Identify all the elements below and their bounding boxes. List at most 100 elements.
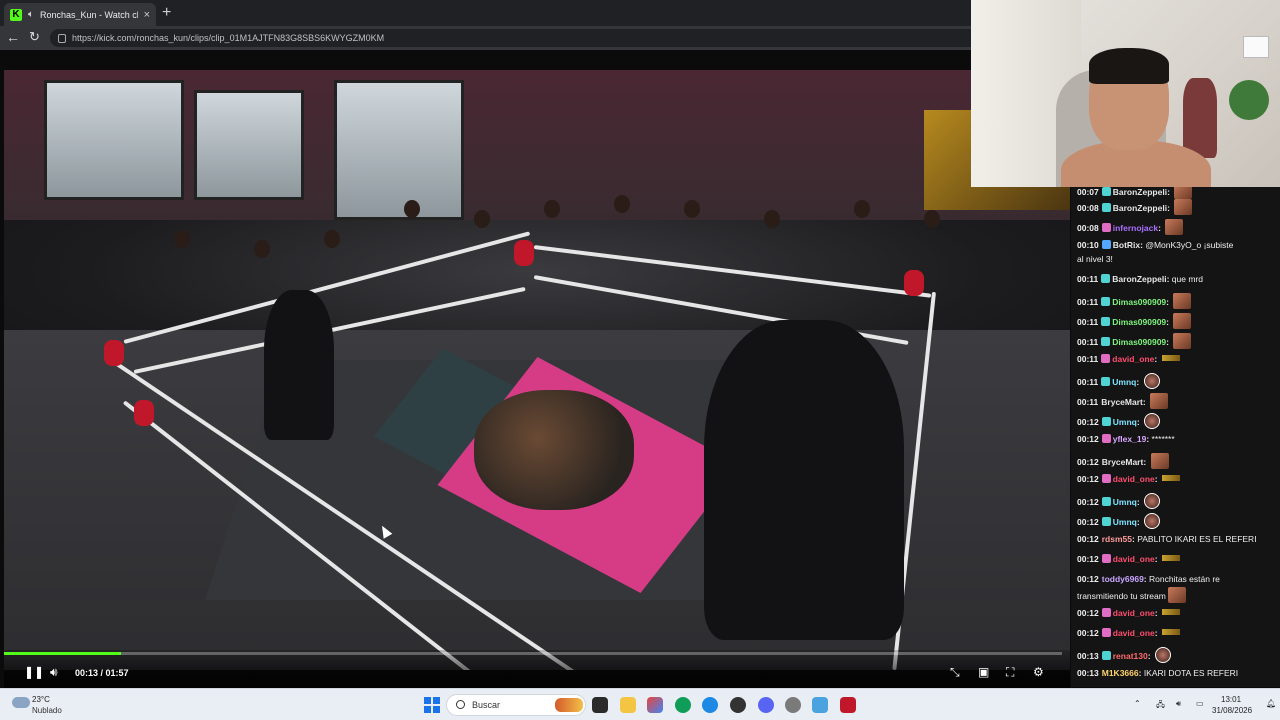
chat-message: 00:11 Dimas090909: <box>1077 333 1277 349</box>
chat-username[interactable]: M1K3666 <box>1102 668 1139 678</box>
chat-message: 00:12 yflex_19: ******* <box>1077 433 1277 445</box>
progress-bar[interactable] <box>4 652 1062 655</box>
chat-text: Ronchitas están re <box>1149 574 1220 584</box>
chat-username[interactable]: yflex_19 <box>1113 434 1147 444</box>
fullscreen-icon[interactable]: ⛶ <box>1006 665 1014 680</box>
task-view-icon[interactable] <box>592 697 608 713</box>
settings-icon[interactable]: ⚙ <box>1033 665 1044 679</box>
chat-timestamp: 00:12 <box>1077 434 1099 444</box>
speaker-icon[interactable]: 🔈︎ <box>28 9 34 20</box>
chat-username[interactable]: Umnq <box>1113 417 1137 427</box>
chat-emote-icon <box>1162 555 1180 561</box>
chat-username[interactable]: david_one <box>1113 554 1155 564</box>
cloud-icon[interactable] <box>12 697 30 708</box>
chat-text: @MonK3yO_o ¡subiste <box>1145 240 1234 250</box>
taskbar-search[interactable]: Buscar <box>446 694 586 716</box>
chat-username[interactable]: Umnq <box>1113 517 1137 527</box>
chat-timestamp: 00:08 <box>1077 203 1099 213</box>
ring-side-person <box>264 290 334 440</box>
chat-username[interactable]: BryceMart <box>1102 457 1144 467</box>
network-icon[interactable]: 🖧︎ <box>1156 699 1165 713</box>
chat-username[interactable]: david_one <box>1113 628 1155 638</box>
copilot-icon[interactable] <box>647 697 663 713</box>
back-arrow-icon[interactable]: ← <box>6 29 20 45</box>
spectator <box>174 230 190 248</box>
clock-time[interactable]: 13:01 <box>1221 695 1241 704</box>
dota-icon[interactable] <box>840 697 856 713</box>
chat-username[interactable]: rdsm55 <box>1102 534 1132 544</box>
site-info-icon[interactable] <box>58 33 66 43</box>
chat-badge-icon <box>1101 223 1111 232</box>
chat-username[interactable]: Umnq <box>1113 497 1137 507</box>
progress-fill <box>4 652 122 655</box>
chat-username[interactable]: Dimas090909 <box>1112 337 1166 347</box>
clock-date[interactable]: 31/08/2026 <box>1212 706 1252 715</box>
search-highlight-icon <box>555 698 583 712</box>
chat-username[interactable]: toddy6969 <box>1102 574 1144 584</box>
windows-start-icon[interactable] <box>424 697 440 713</box>
pip-icon[interactable]: ▣ <box>978 665 989 679</box>
address-bar[interactable]: https://kick.com/ronchas_kun/clips/clip_… <box>50 29 990 47</box>
file-explorer-icon[interactable] <box>620 697 636 713</box>
volume-tray-icon[interactable]: 🔊︎ <box>1176 699 1181 709</box>
spectator <box>544 200 560 218</box>
venue-window <box>44 80 184 200</box>
notepad-icon[interactable] <box>812 697 828 713</box>
chat-message: 00:12 Umnq: <box>1077 413 1277 429</box>
chat-badge-icon <box>1101 517 1111 526</box>
chat-separator: : <box>1142 397 1149 407</box>
referee <box>704 320 904 640</box>
chat-message: 00:11 BryceMart: <box>1077 393 1277 409</box>
video-player[interactable] <box>4 70 1070 670</box>
edge-browser-icon[interactable] <box>702 697 718 713</box>
browser-tab[interactable]: K 🔈︎ Ronchas_Kun - Watch clips on × <box>4 3 156 26</box>
chrome-icon[interactable] <box>730 697 746 713</box>
notification-icon[interactable]: 🔔︎ <box>1266 699 1276 708</box>
reload-icon[interactable]: ↻ <box>29 29 40 45</box>
discord-icon[interactable] <box>758 697 774 713</box>
chat-username[interactable]: BaronZeppeli <box>1113 187 1167 197</box>
tray-chevron-icon[interactable]: ⌃ <box>1134 699 1141 708</box>
chat-username[interactable]: BaronZeppeli <box>1113 203 1167 213</box>
theater-mode-icon[interactable]: ⤡ <box>950 665 960 680</box>
chat-emote-icon <box>1174 199 1193 215</box>
chat-message: 00:12 rdsm55: PABLITO IKARI ES EL REFERI <box>1077 533 1277 545</box>
chat-username[interactable]: BaronZeppeli <box>1112 274 1166 284</box>
chat-timestamp: 00:08 <box>1077 223 1099 233</box>
chat-username[interactable]: Umnq <box>1112 377 1136 387</box>
chat-timestamp: 00:11 <box>1077 397 1099 407</box>
chat-text: transmitiendo tu stream <box>1077 591 1166 601</box>
chat-separator: : <box>1154 608 1160 618</box>
pause-icon[interactable]: ❚❚ <box>24 665 44 679</box>
chat-badge-icon <box>1101 608 1111 617</box>
settings-app-icon[interactable] <box>785 697 801 713</box>
new-tab-button[interactable]: + <box>162 4 171 22</box>
chat-text: al nivel 3! <box>1077 254 1113 264</box>
chat-message: 00:11 david_one: <box>1077 353 1277 365</box>
background-person <box>1183 78 1217 158</box>
chat-separator: : <box>1154 628 1160 638</box>
chat-username[interactable]: Dimas090909 <box>1112 297 1166 307</box>
xbox-icon[interactable] <box>675 697 691 713</box>
tab-close-button[interactable]: × <box>144 9 150 21</box>
chat-username[interactable]: renat130 <box>1113 651 1148 661</box>
chat-username[interactable]: BryceMart <box>1101 397 1143 407</box>
battery-icon[interactable]: ▭ <box>1196 699 1204 708</box>
volume-icon[interactable]: 🔊︎ <box>50 665 58 680</box>
chat-timestamp: 00:12 <box>1077 457 1099 467</box>
chat-timestamp: 00:11 <box>1077 317 1099 327</box>
chat-badge-icon <box>1101 203 1111 212</box>
chat-username[interactable]: infernojack <box>1113 223 1158 233</box>
weather-description[interactable]: Nublado <box>32 706 62 715</box>
weather-temperature[interactable]: 23°C <box>32 695 50 704</box>
chat-username[interactable]: BotRix <box>1113 240 1140 250</box>
chat-username[interactable]: Dimas090909 <box>1112 317 1166 327</box>
chat-separator: : <box>1166 317 1172 327</box>
turnbuckle <box>104 340 124 366</box>
chat-username[interactable]: david_one <box>1113 608 1155 618</box>
chat-message: 00:10 BotRix: @MonK3yO_o ¡subiste <box>1077 239 1277 251</box>
chat-username[interactable]: david_one <box>1112 354 1154 364</box>
chat-username[interactable]: david_one <box>1113 474 1155 484</box>
wall-picture <box>1243 36 1269 58</box>
chat-timestamp: 00:11 <box>1077 297 1099 307</box>
